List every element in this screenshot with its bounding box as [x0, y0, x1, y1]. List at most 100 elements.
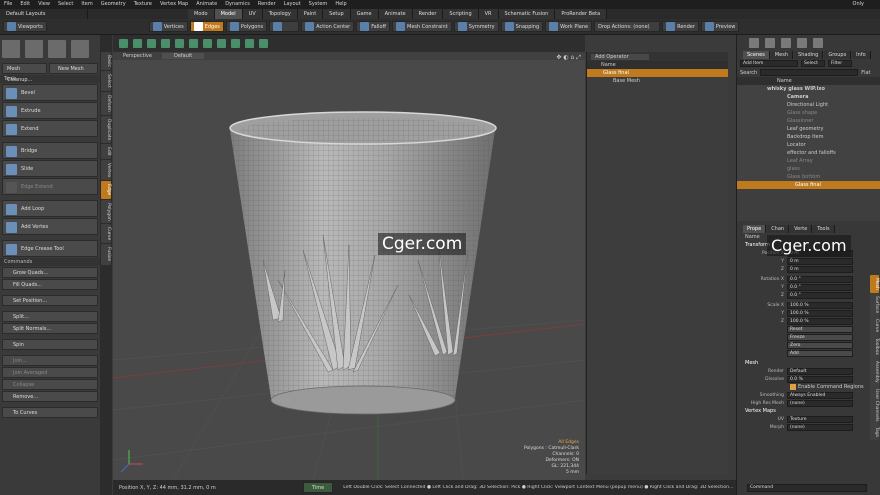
layout-selector[interactable]: Default Layouts: [0, 9, 88, 19]
element-move-icon[interactable]: [133, 38, 142, 48]
split-normals-button[interactable]: Split Normals...: [2, 323, 98, 334]
list-item[interactable]: Glassinner: [737, 117, 880, 125]
symmetry-button[interactable]: Symmetry: [453, 21, 499, 32]
tab-mesh[interactable]: Mesh: [770, 50, 794, 59]
list-item-selected[interactable]: Glass final: [737, 181, 880, 189]
snapping-button[interactable]: Snapping: [500, 21, 544, 32]
join-averaged-button[interactable]: Join Averaged: [2, 367, 98, 378]
drop-actions-dropdown[interactable]: Drop Actions: (none): [594, 21, 661, 32]
position-z-field[interactable]: 0 m: [787, 265, 853, 273]
schematic-icon[interactable]: [765, 37, 775, 48]
list-item[interactable]: Locator: [737, 141, 880, 149]
grow-quads-button[interactable]: Grow Quads...: [2, 267, 98, 278]
menu-dynamics[interactable]: Dynamics: [225, 0, 250, 9]
action-center-button[interactable]: Action Center: [301, 21, 355, 32]
side-tab-surface[interactable]: Surface: [870, 292, 879, 317]
ring-icon[interactable]: [217, 38, 226, 48]
side-tab-tags[interactable]: Tags: [870, 424, 879, 441]
select-dropdown[interactable]: Select: [801, 60, 825, 67]
new-mesh-button[interactable]: New Mesh: [49, 63, 98, 74]
split-button[interactable]: Split...: [2, 311, 98, 322]
rotation-z-field[interactable]: 0.0 °: [787, 291, 853, 299]
highres-dropdown[interactable]: (none): [787, 399, 853, 407]
tab-groups[interactable]: Groups: [824, 50, 852, 59]
vtab-basic[interactable]: Basic: [101, 52, 111, 70]
list-item[interactable]: glass: [737, 165, 880, 173]
vertices-mode-button[interactable]: Vertices: [148, 21, 188, 32]
freeze-button[interactable]: Freeze: [787, 333, 853, 341]
bridge-button[interactable]: Bridge: [2, 142, 98, 159]
tab-modo[interactable]: Modo: [188, 9, 215, 19]
scale-x-field[interactable]: 100.0 %: [787, 301, 853, 309]
tab-topology[interactable]: Topology: [262, 9, 298, 19]
remove-button[interactable]: Remove...: [2, 391, 98, 402]
command-input[interactable]: Command: [747, 484, 867, 492]
bevel-button[interactable]: Bevel: [2, 84, 98, 101]
render-button[interactable]: Render: [662, 21, 699, 32]
extrude-button[interactable]: Extrude: [2, 102, 98, 119]
list-item[interactable]: Directional Light: [737, 101, 880, 109]
scale-tool-icon[interactable]: [48, 40, 66, 58]
image-icon[interactable]: [813, 37, 823, 48]
menu-geometry[interactable]: Geometry: [101, 0, 126, 9]
add-loop-button[interactable]: Add Loop: [2, 200, 98, 217]
tab-tools[interactable]: Tools: [813, 224, 835, 233]
edges-mode-button[interactable]: Edges: [189, 21, 224, 32]
operator-item-base-mesh[interactable]: Base Mesh: [587, 77, 728, 85]
mesh-constraint-button[interactable]: Mesh Constraint: [392, 21, 452, 32]
menu-select[interactable]: Select: [58, 0, 73, 9]
expand-icon[interactable]: [231, 38, 240, 48]
tab-shading[interactable]: Shading: [794, 50, 824, 59]
material-mode-button[interactable]: [269, 21, 300, 32]
view-type-dropdown[interactable]: Perspective: [123, 53, 152, 59]
menu-help[interactable]: Help: [335, 0, 346, 9]
viewport-nav-icons[interactable]: ✥ ◐ ⌂ ⤢: [556, 54, 581, 62]
menu-edit[interactable]: Edit: [20, 0, 30, 9]
tab-schematic-fusion[interactable]: Schematic Fusion: [498, 9, 556, 19]
tab-channels[interactable]: Chan: [767, 224, 790, 233]
side-tab-user-channels[interactable]: User Channels: [870, 385, 879, 425]
tab-paint[interactable]: Paint: [297, 9, 324, 19]
vtab-edge[interactable]: Edge: [101, 181, 111, 199]
3d-viewport[interactable]: Perspective Default All Edges Polygons:…: [113, 52, 585, 480]
vtab-select[interactable]: Select: [101, 70, 111, 91]
select-through-icon[interactable]: [119, 38, 128, 48]
collapse-button[interactable]: Collapse: [2, 379, 98, 390]
tab-scenes[interactable]: Scenes: [743, 50, 770, 59]
rotation-x-field[interactable]: 0.0 °: [787, 275, 853, 283]
more-select-icon[interactable]: [259, 38, 268, 48]
edge-extend-button[interactable]: Edge Extend: [2, 178, 98, 195]
operator-item-glass-final[interactable]: Glass final: [587, 69, 728, 77]
add-operator-dropdown[interactable]: Add Operator: [591, 53, 649, 60]
set-position-button[interactable]: Set Position...: [2, 295, 98, 306]
spin-button[interactable]: Spin: [2, 339, 98, 350]
add-item-dropdown[interactable]: Add Item: [740, 60, 798, 67]
menu-view[interactable]: View: [38, 0, 50, 9]
falloff-button[interactable]: Falloff: [356, 21, 390, 32]
add-vertex-button[interactable]: Add Vertex: [2, 218, 98, 235]
vtab-fusion[interactable]: Fusion: [101, 244, 111, 265]
tab-scripting[interactable]: Scripting: [443, 9, 479, 19]
list-item[interactable]: Leaf geometry: [737, 125, 880, 133]
flat-toggle[interactable]: Flat: [861, 70, 870, 76]
menu-system[interactable]: System: [309, 0, 328, 9]
move-tool-icon[interactable]: [2, 40, 20, 58]
smoothing-dropdown[interactable]: Always Enabled: [787, 391, 853, 399]
scale-z-field[interactable]: 100.0 %: [787, 317, 853, 325]
menu-vertex-map[interactable]: Vertex Map: [160, 0, 188, 9]
list-item[interactable]: whisky glass WIP.lxo: [737, 85, 880, 93]
vtab-vertex[interactable]: Vertex: [101, 159, 111, 181]
preset-icon[interactable]: [797, 37, 807, 48]
vtab-duplicate[interactable]: Duplicate: [101, 115, 111, 143]
side-tab-curve[interactable]: Curve: [870, 316, 879, 336]
menu-animate[interactable]: Animate: [196, 0, 217, 9]
item-list-icon[interactable]: [749, 37, 759, 48]
render-dropdown[interactable]: Default: [787, 367, 853, 375]
preview-button[interactable]: Preview: [700, 21, 740, 32]
tab-prorender-beta[interactable]: ProRender Beta: [555, 9, 608, 19]
viewports-button[interactable]: Viewports: [3, 21, 47, 32]
list-item[interactable]: Leaf Array: [737, 157, 880, 165]
search-input[interactable]: [760, 69, 859, 76]
to-curves-button[interactable]: To Curves: [2, 407, 98, 418]
tab-vr[interactable]: VR: [478, 9, 499, 19]
